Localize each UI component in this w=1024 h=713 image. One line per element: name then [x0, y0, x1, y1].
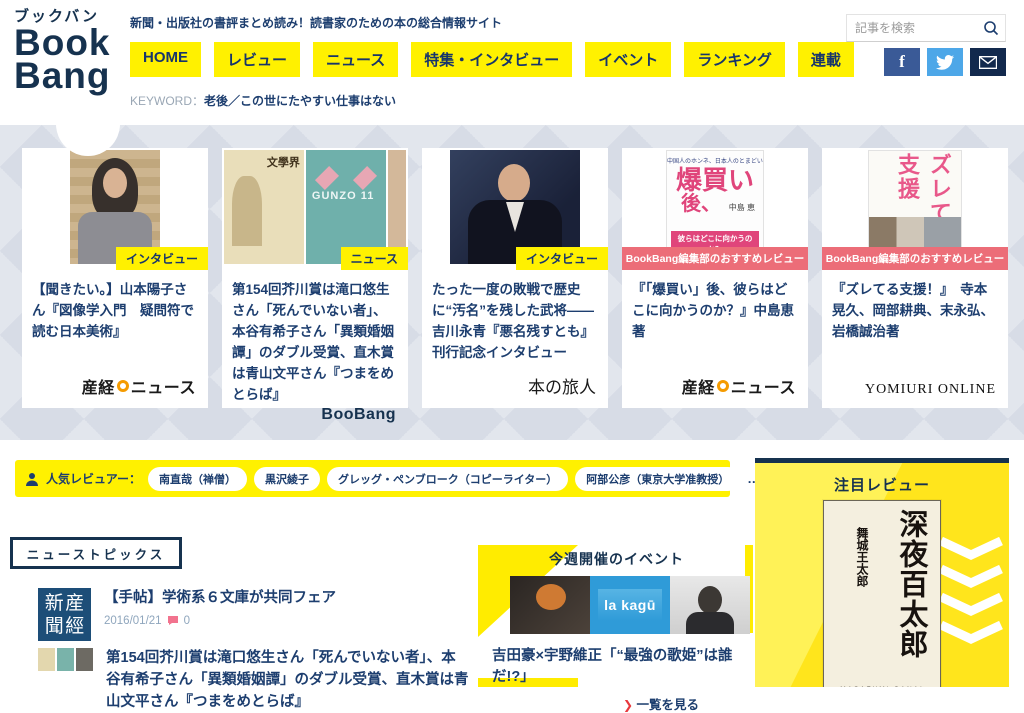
- article-title[interactable]: 『「爆買い」後、彼らはどこに向かうのか？』中島恵著: [622, 266, 808, 368]
- facebook-icon: f: [899, 52, 905, 72]
- news-title[interactable]: 第154回芥川賞は滝口悠生さん「死んでいない者」、本谷有希子さん「異類婚姻譚」の…: [106, 648, 470, 713]
- chevron-right-icon: ❯: [623, 698, 633, 712]
- reviewer-pill[interactable]: 南直哉（禅僧）: [148, 467, 247, 491]
- book-author: 舞城王太郎: [854, 527, 871, 587]
- featured-review-heading: 注目レビュー: [755, 474, 1009, 495]
- hero-card-3[interactable]: インタビュー たった一度の敗戦で歴史に“汚名”を残した武将――吉川永青『悪名残す…: [422, 148, 608, 408]
- popular-reviewers-bar: 人気レビュアー： 南直哉（禅僧） 黒沢綾子 グレッグ・ペンブローク（コピーライタ…: [15, 460, 730, 497]
- hero-card-4[interactable]: 中国人のホンネ、日本人のとまどい 爆買い 後、 中島 恵 彼らはどこに向かうのか…: [622, 148, 808, 408]
- events-see-all-link[interactable]: ❯ 一覧を見る: [478, 694, 699, 713]
- comment-count: 0: [184, 615, 190, 627]
- news-date: 2016/01/21: [104, 615, 162, 627]
- article-title[interactable]: 【聞きたい。】山本陽子さん『図像学入門 疑問符で読む日本美術』: [22, 266, 208, 368]
- site-tagline: 新聞・出版社の書評まとめ読み！読書家のための本の総合情報サイト: [130, 14, 502, 31]
- site-header: 新聞・出版社の書評まとめ読み！読書家のための本の総合情報サイト HOME レビュ…: [0, 0, 1024, 125]
- logo-word-bang: Bang: [14, 59, 111, 92]
- category-badge: ニュース: [341, 247, 408, 270]
- person-icon: [25, 472, 39, 486]
- hero-section: インタビュー 【聞きたい。】山本陽子さん『図像学入門 疑問符で読む日本美術』 産…: [0, 125, 1024, 440]
- nav-home[interactable]: HOME: [130, 42, 201, 77]
- reviewer-pill[interactable]: グレッグ・ペンブローク（コピーライター）: [327, 467, 568, 491]
- article-image: インタビュー: [22, 148, 208, 266]
- nav-review[interactable]: レビュー: [214, 42, 300, 77]
- search-box: [846, 14, 1006, 42]
- events-section: 今週開催のイベント la kagū 吉田豪×宇野維正「“最強の歌姫”は誰だ!?」…: [478, 537, 755, 687]
- nav-feature-interview[interactable]: 特集・インタビュー: [411, 42, 572, 77]
- category-badge: BookBang編集部のおすすめレビュー: [622, 247, 808, 270]
- source-logo-sankei: 産経ニュース: [22, 368, 208, 408]
- hero-card-2[interactable]: 文學界 GUNZO 11 ニュース 第154回芥川賞は滝口悠生さん「死んでいない…: [222, 148, 408, 408]
- source-logo-bookbang: BooBang: [222, 406, 408, 434]
- reviewer-pill[interactable]: 阿部公彦（東京大学准教授）: [575, 467, 740, 491]
- category-badge: インタビュー: [516, 247, 608, 270]
- hero-card-1[interactable]: インタビュー 【聞きたい。】山本陽子さん『図像学入門 疑問符で読む日本美術』 産…: [22, 148, 208, 408]
- keyword-row: KEYWORD：老後／この世にたやすい仕事はない: [130, 92, 396, 109]
- comment-icon: [167, 615, 179, 626]
- book-title: 深夜百太郎: [897, 509, 926, 659]
- event-photo-1: [510, 576, 590, 634]
- news-meta: 2016/01/21 0: [104, 615, 336, 627]
- article-title[interactable]: 『ズレてる支援！』 寺本晃久、岡部耕典、末永弘、岩橋誠治著: [822, 266, 1008, 368]
- source-logo-yomiuri: YOMIURI ONLINE: [822, 368, 1008, 408]
- reviewers-label: 人気レビュアー：: [46, 470, 141, 487]
- book-thumbnails: [38, 648, 93, 713]
- keyword-label: KEYWORD：: [130, 94, 204, 108]
- category-badge: インタビュー: [116, 247, 208, 270]
- hero-cards: インタビュー 【聞きたい。】山本陽子さん『図像学入門 疑問符で読む日本美術』 産…: [22, 148, 1008, 408]
- article-image: 文學界 GUNZO 11 ニュース: [222, 148, 408, 266]
- source-logo-sankei: 産経ニュース: [622, 368, 808, 408]
- keyword-links[interactable]: 老後／この世にたやすい仕事はない: [204, 94, 396, 108]
- twitter-button[interactable]: [927, 48, 963, 76]
- main-nav: HOME レビュー ニュース 特集・インタビュー イベント ランキング 連載: [130, 42, 854, 77]
- site-logo[interactable]: ブックバン Book Bang: [14, 10, 111, 92]
- featured-book-cover[interactable]: 深夜百太郎 舞城王太郎 MASAFUMI SANAI: [823, 500, 941, 687]
- logo-word-book: Book: [14, 26, 111, 59]
- search-icon[interactable]: [983, 20, 999, 36]
- event-photo-2: [670, 576, 750, 634]
- sankei-sun-icon: [117, 380, 129, 392]
- nav-event[interactable]: イベント: [585, 42, 671, 77]
- news-topics-heading: ニューストピックス: [10, 537, 182, 569]
- mail-icon: [979, 56, 997, 69]
- events-heading: 今週開催のイベント: [478, 549, 755, 569]
- facebook-button[interactable]: f: [884, 48, 920, 76]
- reviewer-pill[interactable]: 黒沢綾子: [254, 467, 320, 491]
- article-title[interactable]: 第154回芥川賞は滝口悠生さん「死んでいない者」、本谷有希子さん「異類婚姻譚」の…: [222, 266, 408, 406]
- nav-serial[interactable]: 連載: [798, 42, 854, 77]
- mail-button[interactable]: [970, 48, 1006, 76]
- news-item[interactable]: 第154回芥川賞は滝口悠生さん「死んでいない者」、本谷有希子さん「異類婚姻譚」の…: [38, 648, 470, 713]
- search-input[interactable]: [855, 21, 983, 35]
- article-image: 中国人のホンネ、日本人のとまどい 爆買い 後、 中島 恵 彼らはどこに向かうのか…: [622, 148, 808, 266]
- source-logo-tabibito: 本の旅人: [422, 368, 608, 408]
- news-item[interactable]: 新 産 聞 經 【手帖】学術系６文庫が共同フェア 2016/01/21 0: [38, 588, 468, 641]
- article-image: ズレてる支援 BookBang編集部のおすすめレビュー: [822, 148, 1008, 266]
- featured-review-sidebar: 注目レビュー 深夜百太郎 舞城王太郎 MASAFUMI SANAI: [755, 458, 1009, 687]
- twitter-icon: [936, 55, 954, 70]
- lakagu-logo: la kagū: [590, 576, 670, 634]
- nav-news[interactable]: ニュース: [313, 42, 398, 77]
- chevron-pattern-decoration: [939, 535, 1003, 645]
- hero-card-5[interactable]: ズレてる支援 BookBang編集部のおすすめレビュー 『ズレてる支援！』 寺本…: [822, 148, 1008, 408]
- event-images[interactable]: la kagū: [510, 576, 755, 634]
- article-title[interactable]: たった一度の敗戦で歴史に“汚名”を残した武将――吉川永青『悪名残すとも』刊行記念…: [422, 266, 608, 368]
- category-badge: BookBang編集部のおすすめレビュー: [822, 247, 1008, 270]
- article-image: インタビュー: [422, 148, 608, 266]
- sankei-shimbun-thumbnail: 新 産 聞 經: [38, 588, 91, 641]
- event-title-link[interactable]: 吉田豪×宇野維正「“最強の歌姫”は誰だ!?」: [492, 644, 755, 686]
- nav-ranking[interactable]: ランキング: [684, 42, 785, 77]
- social-row: f: [884, 48, 1006, 76]
- news-title[interactable]: 【手帖】学術系６文庫が共同フェア: [104, 588, 336, 610]
- sankei-sun-icon: [717, 380, 729, 392]
